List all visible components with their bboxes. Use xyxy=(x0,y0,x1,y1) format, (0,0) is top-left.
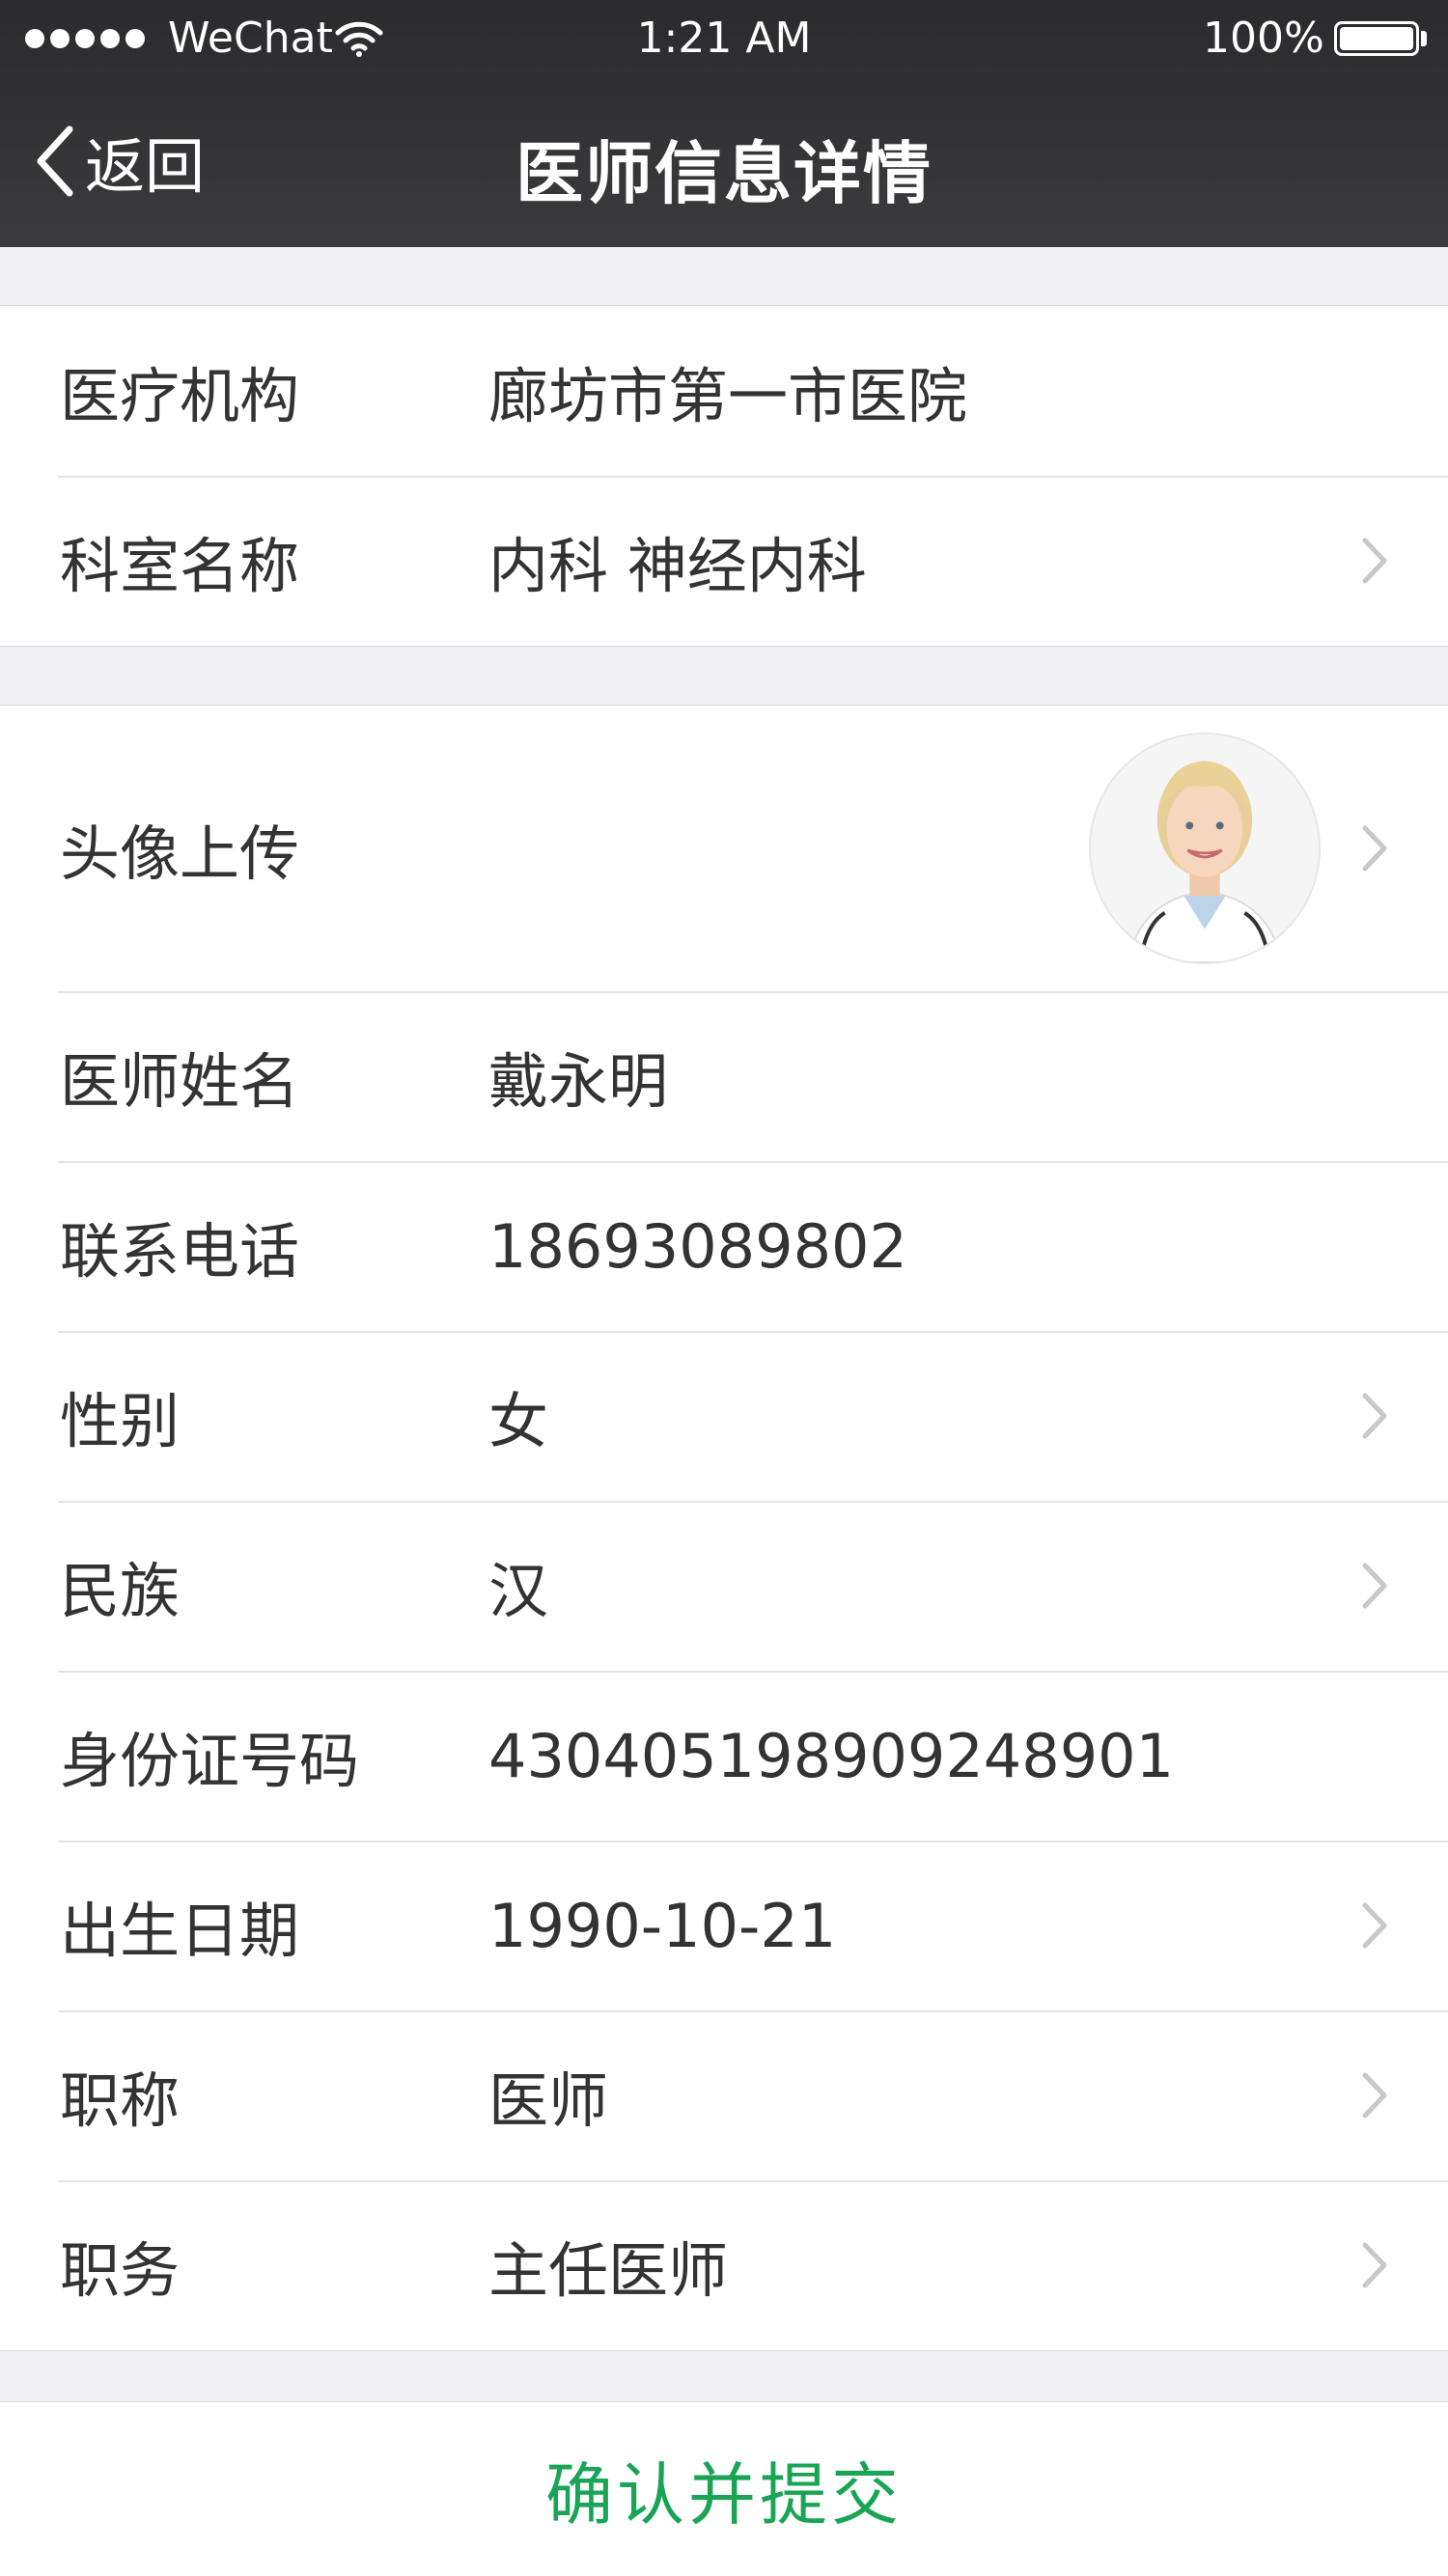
row-doctor-name[interactable]: 医师姓名 戴永明 xyxy=(0,991,1448,1161)
professional-title-value: 医师 xyxy=(488,2065,609,2136)
institution-section: 医疗机构 廊坊市第一市医院 科室名称 内科 神经内科 xyxy=(0,305,1448,647)
doctor-name-label: 医师姓名 xyxy=(60,1046,300,1117)
chevron-right-icon xyxy=(1362,1902,1387,1949)
page-title: 医师信息详情 xyxy=(515,134,933,213)
row-gender[interactable]: 性别 女 xyxy=(0,1331,1448,1501)
gender-value: 女 xyxy=(488,1386,549,1456)
phone-label: 联系电话 xyxy=(60,1216,300,1287)
position-value: 主任医师 xyxy=(488,2235,729,2306)
birth-date-label: 出生日期 xyxy=(60,1896,300,1966)
chevron-right-icon xyxy=(1362,825,1387,872)
avatar[interactable] xyxy=(1089,733,1321,964)
institution-value: 廊坊市第一市医院 xyxy=(488,361,968,431)
doctor-info-section: 头像上传 医师姓名 戴永明 联系电话 18693089802 性别 女 民族 汉… xyxy=(0,705,1448,2351)
battery-percentage: 100% xyxy=(1203,14,1324,63)
row-birth-date[interactable]: 出生日期 1990-10-21 xyxy=(0,1841,1448,2010)
row-position[interactable]: 职务 主任医师 xyxy=(0,2180,1448,2350)
ethnicity-value: 汉 xyxy=(488,1556,549,1626)
doctor-name-value[interactable]: 戴永明 xyxy=(488,991,668,1161)
ethnicity-label: 民族 xyxy=(60,1556,181,1626)
battery-nub xyxy=(1421,31,1427,46)
chevron-right-icon xyxy=(1362,538,1387,584)
status-bar: WeChat 1:21 AM 100% xyxy=(0,0,1448,79)
navigation-bar: 返回 医师信息详情 xyxy=(0,79,1448,247)
row-institution: 医疗机构 廊坊市第一市医院 xyxy=(0,306,1448,476)
chevron-right-icon xyxy=(1362,2242,1387,2288)
row-ethnicity[interactable]: 民族 汉 xyxy=(0,1501,1448,1671)
chevron-right-icon xyxy=(1362,1563,1387,1609)
position-label: 职务 xyxy=(60,2235,181,2306)
row-id-number[interactable]: 身份证号码 430405198909248901 xyxy=(0,1671,1448,1841)
top-bar: WeChat 1:21 AM 100% 返回 医师信息详情 xyxy=(0,0,1448,247)
institution-label: 医疗机构 xyxy=(60,361,300,431)
birth-date-value: 1990-10-21 xyxy=(488,1890,837,1961)
id-number-label: 身份证号码 xyxy=(60,1726,360,1796)
id-number-value[interactable]: 430405198909248901 xyxy=(488,1671,1174,1841)
chevron-right-icon xyxy=(1362,2072,1387,2119)
row-professional-title[interactable]: 职称 医师 xyxy=(0,2010,1448,2180)
department-label: 科室名称 xyxy=(60,531,300,601)
avatar-upload-label: 头像上传 xyxy=(60,818,300,889)
row-avatar-upload[interactable]: 头像上传 xyxy=(0,706,1448,991)
avatar-photo xyxy=(1091,734,1319,962)
confirm-submit-button[interactable]: 确认并提交 xyxy=(0,2401,1448,2576)
chevron-right-icon xyxy=(1362,1393,1387,1439)
battery-icon xyxy=(1334,21,1419,56)
row-phone[interactable]: 联系电话 18693089802 xyxy=(0,1161,1448,1331)
phone-value[interactable]: 18693089802 xyxy=(488,1161,907,1331)
professional-title-label: 职称 xyxy=(60,2065,181,2136)
row-department[interactable]: 科室名称 内科 神经内科 xyxy=(0,476,1448,646)
department-value: 内科 神经内科 xyxy=(488,531,867,601)
gender-label: 性别 xyxy=(60,1386,181,1456)
